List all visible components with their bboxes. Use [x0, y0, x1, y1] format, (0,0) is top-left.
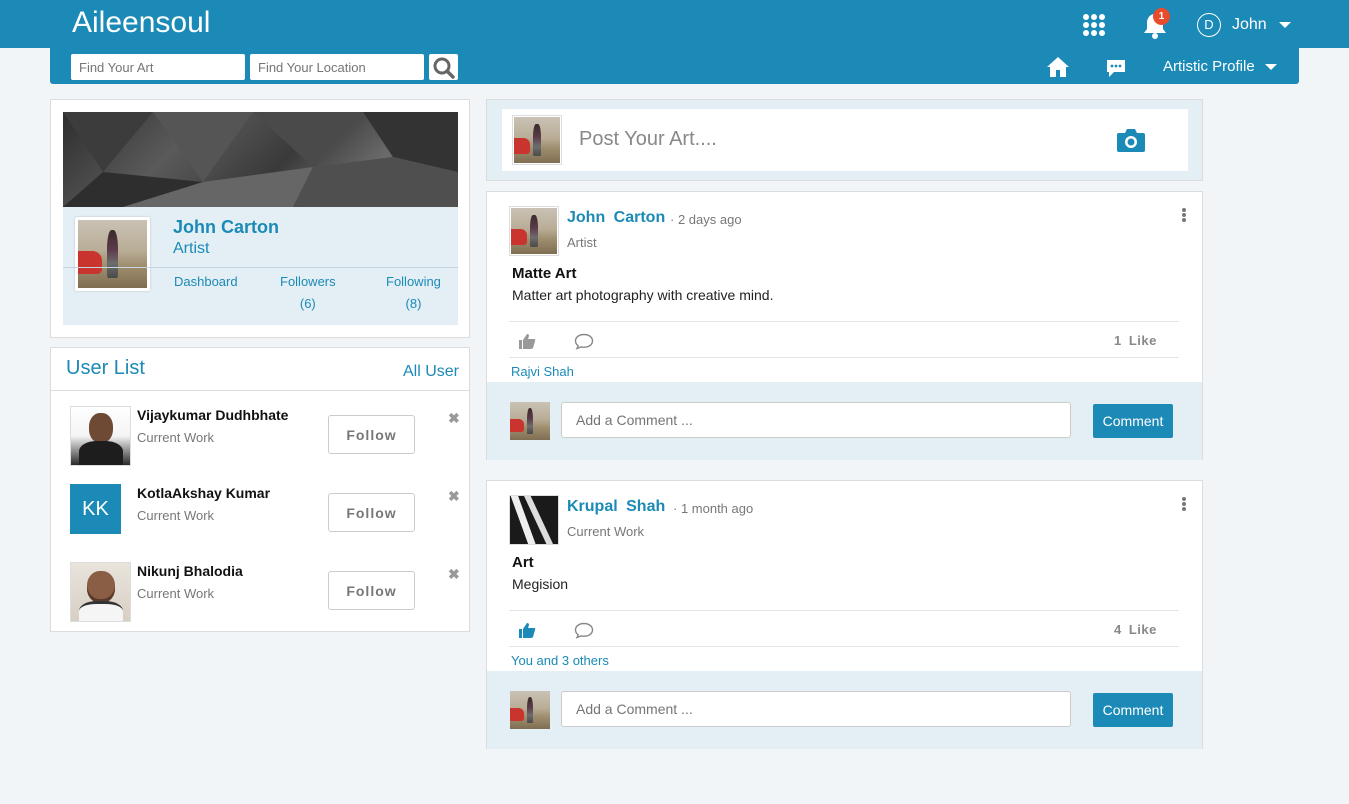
list-item: KK KotlaAkshay Kumar Current Work Follow…: [70, 484, 460, 544]
dashboard-link[interactable]: Dashboard: [174, 274, 238, 289]
profile-card: John Carton Artist Dashboard Followers (…: [50, 99, 470, 338]
following-count: (8): [405, 296, 422, 311]
user-name[interactable]: Vijaykumar Dudhbhate: [137, 407, 288, 423]
comment-button[interactable]: Comment: [1093, 404, 1173, 438]
user-list-title: User List: [66, 357, 145, 379]
divider: [509, 321, 1179, 322]
avatar: [512, 115, 562, 165]
avatar[interactable]: [509, 495, 559, 545]
follow-button[interactable]: Follow: [328, 415, 415, 454]
profile-name[interactable]: John Carton: [173, 217, 279, 238]
profile-role: Artist: [173, 240, 210, 257]
post-author[interactable]: Krupal Shah: [567, 498, 665, 516]
post-title: Art: [512, 554, 534, 571]
avatar[interactable]: [509, 206, 559, 256]
artistic-profile-menu[interactable]: Artistic Profile: [1163, 58, 1277, 75]
post-time: · 1 month ago: [673, 501, 754, 516]
like-count: 4 Like: [1114, 622, 1157, 637]
post-body: Megision: [512, 576, 569, 592]
followers-link[interactable]: Followers (6): [280, 274, 336, 311]
followers-count: (6): [299, 296, 316, 311]
like-icon[interactable]: [518, 333, 536, 350]
comment-input[interactable]: [561, 402, 1071, 438]
likers-link[interactable]: Rajvi Shah: [511, 364, 574, 379]
home-icon[interactable]: [1046, 56, 1070, 78]
avatar[interactable]: [70, 406, 131, 466]
post-author[interactable]: John Carton: [567, 209, 665, 227]
post-body: Matter art photography with creative min…: [512, 287, 774, 303]
close-icon[interactable]: ✖: [448, 488, 460, 505]
followers-label: Followers: [280, 274, 336, 289]
user-subtitle: Current Work: [137, 430, 215, 445]
post-author-subtitle: Current Work: [567, 524, 645, 539]
post-card: John Carton · 2 days ago Artist Matte Ar…: [486, 191, 1203, 460]
user-menu[interactable]: D John: [1197, 13, 1291, 37]
user-list-panel: User List All User Vijaykumar Dudhbhate …: [50, 347, 470, 632]
search-button[interactable]: [429, 54, 458, 80]
user-name: John: [1232, 16, 1267, 33]
composer-box[interactable]: Post Your Art....: [502, 109, 1188, 171]
like-icon[interactable]: [518, 622, 536, 639]
comment-input[interactable]: [561, 691, 1071, 727]
avatar: [510, 402, 550, 440]
all-user-link[interactable]: All User: [403, 363, 459, 381]
avatar[interactable]: [70, 562, 131, 622]
secondary-nav: Artistic Profile: [50, 48, 1299, 84]
user-subtitle: Current Work: [137, 586, 215, 601]
like-count: 1 Like: [1114, 333, 1157, 348]
chevron-down-icon: [1264, 63, 1277, 70]
search-art-input[interactable]: [71, 54, 245, 80]
comment-icon[interactable]: [574, 622, 594, 639]
comment-button[interactable]: Comment: [1093, 693, 1173, 727]
notification-badge: 1: [1153, 8, 1170, 25]
follow-button[interactable]: Follow: [328, 571, 415, 610]
artistic-profile-label: Artistic Profile: [1163, 58, 1255, 75]
post-author-subtitle: Artist: [567, 235, 597, 250]
more-options-icon[interactable]: [1182, 497, 1186, 511]
search-location-input[interactable]: [250, 54, 424, 80]
avatar[interactable]: KK: [70, 484, 121, 534]
comment-icon[interactable]: [574, 333, 594, 350]
post-composer: Post Your Art....: [486, 99, 1203, 181]
following-label: Following: [386, 274, 441, 289]
divider: [51, 390, 469, 391]
apps-grid-icon[interactable]: [1083, 14, 1105, 36]
follow-button[interactable]: Follow: [328, 493, 415, 532]
profile-avatar[interactable]: [75, 217, 150, 291]
list-item: Vijaykumar Dudhbhate Current Work Follow…: [70, 406, 460, 466]
comment-box: Comment: [487, 671, 1202, 749]
likers-link[interactable]: You and 3 others: [511, 653, 609, 668]
close-icon[interactable]: ✖: [448, 566, 460, 583]
close-icon[interactable]: ✖: [448, 410, 460, 427]
brand-logo[interactable]: Aileensoul: [72, 6, 210, 40]
divider: [63, 267, 458, 268]
divider: [509, 646, 1179, 647]
post-card: Krupal Shah · 1 month ago Current Work A…: [486, 480, 1203, 749]
divider: [509, 357, 1179, 358]
top-header: Aileensoul 1 D John: [0, 0, 1349, 48]
post-art-input[interactable]: Post Your Art....: [579, 128, 717, 151]
search-icon: [433, 57, 455, 79]
comment-box: Comment: [487, 382, 1202, 460]
dashboard-label: Dashboard: [174, 274, 238, 289]
avatar: [510, 691, 550, 729]
user-name[interactable]: KotlaAkshay Kumar: [137, 485, 270, 501]
list-item: Nikunj Bhalodia Current Work Follow ✖: [70, 562, 460, 622]
more-options-icon[interactable]: [1182, 208, 1186, 222]
cover-image: [63, 112, 458, 207]
user-subtitle: Current Work: [137, 508, 215, 523]
post-time: · 2 days ago: [670, 212, 742, 227]
following-link[interactable]: Following (8): [386, 274, 441, 311]
post-title: Matte Art: [512, 265, 577, 282]
divider: [509, 610, 1179, 611]
chevron-down-icon: [1278, 22, 1291, 28]
profile-info: John Carton Artist Dashboard Followers (…: [63, 207, 458, 325]
user-avatar: D: [1197, 13, 1221, 37]
message-icon[interactable]: [1105, 58, 1127, 78]
camera-icon[interactable]: [1116, 126, 1146, 154]
user-name[interactable]: Nikunj Bhalodia: [137, 563, 243, 579]
